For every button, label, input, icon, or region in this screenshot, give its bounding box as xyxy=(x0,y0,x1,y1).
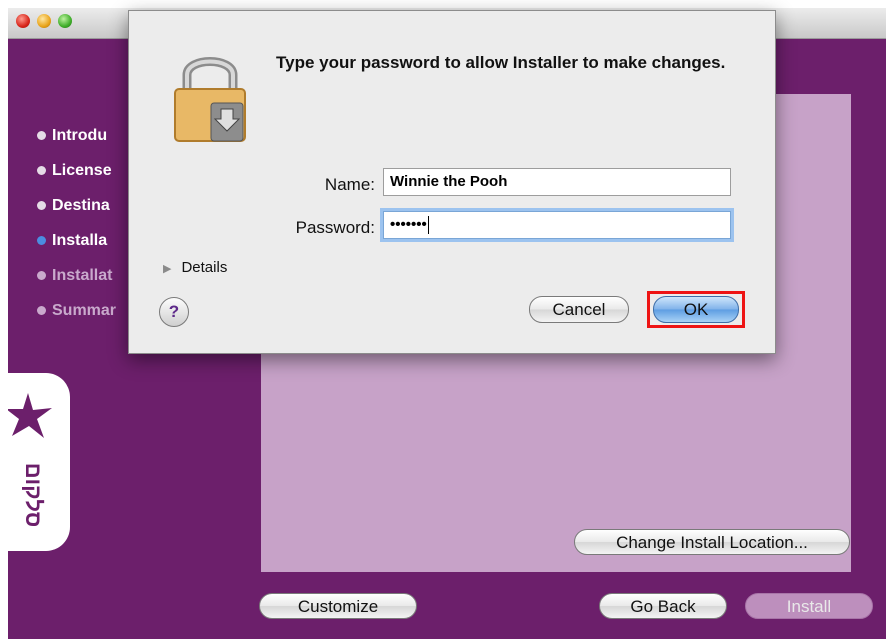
details-label: Details xyxy=(181,259,228,276)
step-bullet-icon xyxy=(37,131,46,140)
customize-button[interactable]: Customize xyxy=(259,593,417,619)
brand-logo-text: סלקום xyxy=(21,462,46,528)
go-back-button[interactable]: Go Back xyxy=(599,593,727,619)
text-caret xyxy=(427,216,429,235)
step-introduction: Introdu xyxy=(32,126,116,161)
step-license: License xyxy=(32,161,116,196)
step-bullet-icon xyxy=(37,166,46,175)
step-label: Installa xyxy=(52,232,108,249)
brand-logo: סלקום xyxy=(8,373,70,551)
details-disclosure[interactable]: ▶ Details xyxy=(163,259,227,276)
name-field[interactable]: Winnie the Pooh xyxy=(383,168,731,196)
authentication-dialog: Type your password to allow Installer to… xyxy=(128,10,776,354)
password-field[interactable]: ••••••• xyxy=(383,211,731,239)
step-bullet-icon xyxy=(37,201,46,210)
step-label: License xyxy=(52,162,112,179)
zoom-window-button[interactable] xyxy=(58,14,72,28)
lock-icon xyxy=(174,57,246,142)
step-destination: Destina xyxy=(32,196,116,231)
step-label: Introdu xyxy=(52,127,108,144)
step-label: Installat xyxy=(52,267,113,284)
help-button[interactable]: ? xyxy=(159,297,189,327)
dialog-title: Type your password to allow Installer to… xyxy=(276,53,726,72)
step-label: Summar xyxy=(52,302,117,319)
step-bullet-icon xyxy=(37,271,46,280)
step-summary: Summar xyxy=(32,301,116,336)
installer-steps-list: Introdu License Destina Installa Install… xyxy=(32,126,116,336)
close-window-button[interactable] xyxy=(16,14,30,28)
disclosure-triangle-icon: ▶ xyxy=(163,263,172,275)
name-label: Name: xyxy=(324,175,375,194)
step-active-bullet-icon xyxy=(37,236,46,245)
star-icon xyxy=(8,393,52,438)
cancel-button[interactable]: Cancel xyxy=(529,296,629,323)
password-dots: ••••••• xyxy=(390,216,427,233)
ok-button[interactable]: OK xyxy=(653,296,739,323)
step-bullet-icon xyxy=(37,306,46,315)
minimize-window-button[interactable] xyxy=(37,14,51,28)
step-label: Destina xyxy=(52,197,110,214)
password-label: Password: xyxy=(295,218,375,237)
change-install-location-button[interactable]: Change Install Location... xyxy=(574,529,850,555)
step-installation-type: Installa xyxy=(32,231,116,266)
step-installation: Installat xyxy=(32,266,116,301)
install-button[interactable]: Install xyxy=(745,593,873,619)
